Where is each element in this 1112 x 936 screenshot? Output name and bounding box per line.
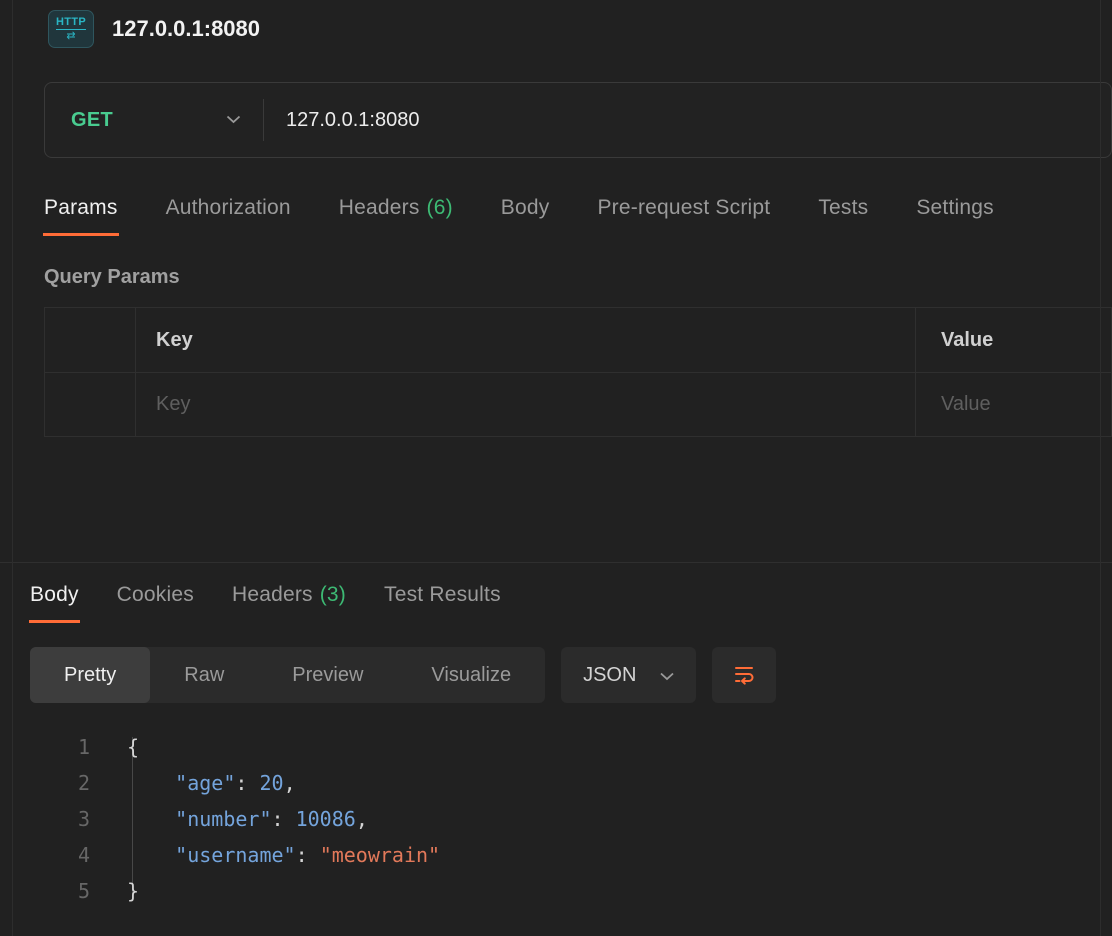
- request-header: HTTP ⇄ 127.0.0.1:8080: [0, 0, 1112, 52]
- response-tabs: Body Cookies Headers (3) Test Results: [30, 583, 1112, 623]
- section-divider: [0, 562, 1112, 563]
- tab-params[interactable]: Params: [44, 196, 118, 236]
- tab-label: Pre-request Script: [597, 196, 770, 219]
- value-input[interactable]: Value: [916, 373, 1111, 436]
- http-icon-arrows: ⇄: [66, 31, 75, 42]
- tab-headers[interactable]: Headers (6): [339, 196, 453, 236]
- url-input[interactable]: [264, 83, 1111, 157]
- chevron-down-icon: [226, 111, 241, 129]
- response-section: Body Cookies Headers (3) Test Results Pre…: [0, 583, 1112, 909]
- tab-tests[interactable]: Tests: [818, 196, 868, 236]
- tab-authorization[interactable]: Authorization: [166, 196, 291, 236]
- table-row: Key Value: [45, 372, 1111, 436]
- line-content: "number": 10086,: [90, 801, 368, 837]
- view-preview[interactable]: Preview: [258, 647, 397, 703]
- response-headers-count: (3): [320, 583, 346, 606]
- key-input[interactable]: Key: [136, 373, 916, 436]
- tab-response-headers[interactable]: Headers (3): [232, 583, 346, 623]
- table-header-row: Key Value: [45, 308, 1111, 372]
- code-line: 3 "number": 10086,: [30, 801, 1112, 837]
- tab-label: Headers: [339, 196, 420, 219]
- view-raw[interactable]: Raw: [150, 647, 258, 703]
- tab-cookies[interactable]: Cookies: [117, 583, 194, 623]
- app-window: HTTP ⇄ 127.0.0.1:8080 GET Params Authori…: [0, 0, 1112, 909]
- method-label: GET: [71, 109, 113, 132]
- code-line: 4 "username": "meowrain": [30, 837, 1112, 873]
- tab-test-results[interactable]: Test Results: [384, 583, 501, 623]
- code-line: 5}: [30, 873, 1112, 909]
- tab-label: Cookies: [117, 583, 194, 606]
- line-content: "username": "meowrain": [90, 837, 440, 873]
- checkbox-cell: [45, 373, 136, 436]
- request-title: 127.0.0.1:8080: [112, 16, 260, 42]
- view-pretty[interactable]: Pretty: [30, 647, 150, 703]
- line-number: 5: [30, 873, 90, 909]
- right-pane-border: [1100, 0, 1101, 936]
- checkbox-cell: [45, 308, 136, 372]
- request-tabs: Params Authorization Headers (6) Body Pre…: [44, 196, 1112, 236]
- http-icon: HTTP ⇄: [48, 10, 94, 48]
- response-toolbar: Pretty Raw Preview Visualize JSON: [30, 647, 1112, 703]
- value-column-header: Value: [916, 308, 1111, 372]
- chevron-down-icon: [660, 664, 674, 687]
- line-content: {: [90, 729, 139, 765]
- tab-label: Headers: [232, 583, 313, 606]
- tab-settings[interactable]: Settings: [916, 196, 993, 236]
- left-pane-border: [12, 0, 13, 936]
- code-line: 1{: [30, 729, 1112, 765]
- view-visualize[interactable]: Visualize: [397, 647, 545, 703]
- line-content: }: [90, 873, 139, 909]
- query-params-heading: Query Params: [44, 266, 1112, 289]
- tab-pre-request-script[interactable]: Pre-request Script: [597, 196, 770, 236]
- line-number: 4: [30, 837, 90, 873]
- line-number: 1: [30, 729, 90, 765]
- tab-label: Body: [30, 583, 79, 606]
- format-select-label: JSON: [583, 664, 636, 687]
- tab-body[interactable]: Body: [501, 196, 550, 236]
- code-line: 2 "age": 20,: [30, 765, 1112, 801]
- wrap-lines-button[interactable]: [712, 647, 776, 703]
- code-lines: 1{2 "age": 20,3 "number": 10086,4 "usern…: [30, 729, 1112, 909]
- tab-label: Test Results: [384, 583, 501, 606]
- key-column-label: Key: [156, 329, 193, 352]
- url-bar: GET: [44, 82, 1112, 158]
- response-code[interactable]: 1{2 "age": 20,3 "number": 10086,4 "usern…: [30, 729, 1112, 909]
- tab-label: Settings: [916, 196, 993, 219]
- http-icon-label: HTTP: [56, 17, 86, 30]
- key-column-header: Key: [136, 308, 916, 372]
- method-select[interactable]: GET: [45, 83, 263, 157]
- line-number: 3: [30, 801, 90, 837]
- view-mode-switcher: Pretty Raw Preview Visualize: [30, 647, 545, 703]
- tab-label: Tests: [818, 196, 868, 219]
- tab-response-body[interactable]: Body: [30, 583, 79, 623]
- line-number: 2: [30, 765, 90, 801]
- tab-label: Body: [501, 196, 550, 219]
- wrap-lines-icon: [732, 662, 756, 689]
- value-column-label: Value: [941, 329, 993, 352]
- query-params-table: Key Value Key Value: [44, 307, 1112, 437]
- tab-headers-count: (6): [427, 196, 453, 219]
- format-select[interactable]: JSON: [561, 647, 696, 703]
- line-content: "age": 20,: [90, 765, 296, 801]
- tab-label: Authorization: [166, 196, 291, 219]
- tab-label: Params: [44, 196, 118, 219]
